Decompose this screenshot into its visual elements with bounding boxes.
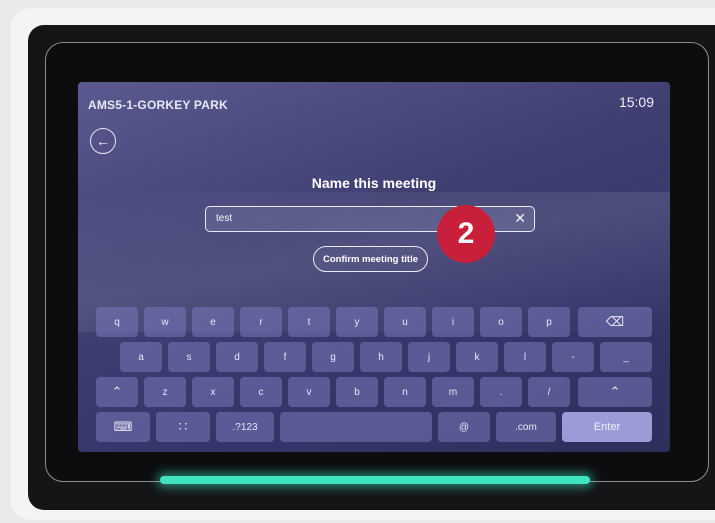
key-t[interactable]: t [288,307,330,337]
emoji-grid-icon: ∷ [178,419,188,434]
key-p[interactable]: p [528,307,570,337]
key-d[interactable]: d [216,342,258,372]
step-number-badge: 2 [437,205,495,263]
key-o[interactable]: o [480,307,522,337]
left-shift-key[interactable]: ⌃ [96,377,138,407]
key-hyphen[interactable]: - [552,342,594,372]
key-j[interactable]: j [408,342,450,372]
right-shift-key[interactable]: ⌃ [578,377,652,407]
touch-screen: AMS5-1-GORKEY PARK 15:09 ← Name this mee… [78,82,670,452]
hide-keyboard-key[interactable]: ⌨ [96,412,150,442]
key-l[interactable]: l [504,342,546,372]
key-x[interactable]: x [192,377,234,407]
at-key[interactable]: @ [438,412,490,442]
shift-icon: ⌃ [609,384,621,399]
key-v[interactable]: v [288,377,330,407]
key-r[interactable]: r [240,307,282,337]
key-s[interactable]: s [168,342,210,372]
backspace-icon: ⌫ [605,314,625,329]
key-a[interactable]: a [120,342,162,372]
key-u[interactable]: u [384,307,426,337]
numbers-key[interactable]: .?123 [216,412,274,442]
dot-com-key[interactable]: .com [496,412,556,442]
key-b[interactable]: b [336,377,378,407]
key-w[interactable]: w [144,307,186,337]
key-e[interactable]: e [192,307,234,337]
status-led-bar [160,476,590,484]
space-key[interactable] [280,412,432,442]
keyboard-icon: ⌨ [113,419,133,434]
key-g[interactable]: g [312,342,354,372]
key-slash[interactable]: / [528,377,570,407]
key-y[interactable]: y [336,307,378,337]
enter-key[interactable]: Enter [562,412,652,442]
key-q[interactable]: q [96,307,138,337]
emoji-key[interactable]: ∷ [156,412,210,442]
key-f[interactable]: f [264,342,306,372]
key-c[interactable]: c [240,377,282,407]
key-period[interactable]: . [480,377,522,407]
key-i[interactable]: i [432,307,474,337]
key-k[interactable]: k [456,342,498,372]
key-m[interactable]: m [432,377,474,407]
key-z[interactable]: z [144,377,186,407]
key-h[interactable]: h [360,342,402,372]
shift-icon: ⌃ [111,384,123,399]
key-n[interactable]: n [384,377,426,407]
on-screen-keyboard: q w e r t y u i o p ⌫ a s d f g h j k l … [78,82,670,452]
backspace-key[interactable]: ⌫ [578,307,652,337]
key-underscore[interactable]: _ [600,342,652,372]
